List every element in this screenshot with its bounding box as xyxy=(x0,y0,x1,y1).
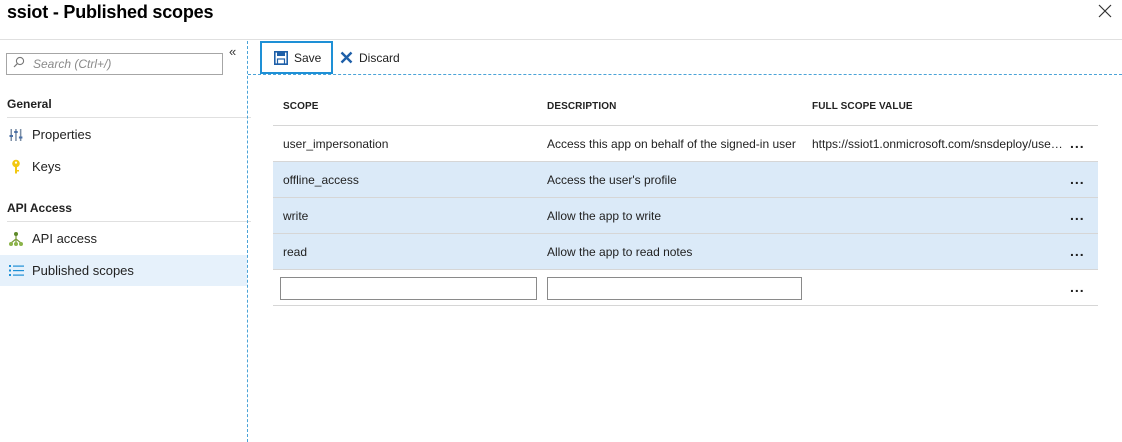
table-row[interactable]: offline_access Access the user's profile… xyxy=(273,162,1098,198)
new-description-input[interactable] xyxy=(547,277,802,300)
blade-header: ssiot - Published scopes xyxy=(0,0,1122,40)
close-icon[interactable] xyxy=(1098,4,1114,20)
key-icon xyxy=(8,159,24,175)
command-bar: Save Discard xyxy=(248,41,1122,75)
sidebar-item-api-access[interactable]: API access xyxy=(0,223,247,254)
sidebar: « General Properties Keys API Access xyxy=(0,41,251,442)
search-input[interactable] xyxy=(33,57,213,71)
sidebar-item-published-scopes[interactable]: Published scopes xyxy=(0,255,247,286)
api-network-icon xyxy=(8,231,24,247)
section-heading-api-access: API Access xyxy=(7,201,72,215)
more-options-button[interactable]: ... xyxy=(1070,207,1090,223)
pane-divider xyxy=(247,41,248,442)
more-options-button[interactable]: ... xyxy=(1070,135,1090,151)
divider xyxy=(7,117,251,118)
full-scope-value-cell: https://ssiot1.onmicrosoft.com/snsdeploy… xyxy=(812,137,1066,151)
description-cell: Allow the app to read notes xyxy=(547,245,693,259)
scopes-table: SCOPE DESCRIPTION FULL SCOPE VALUE user_… xyxy=(273,93,1098,306)
description-cell: Allow the app to write xyxy=(547,209,662,223)
description-cell: Access the user's profile xyxy=(547,173,677,187)
scope-cell: offline_access xyxy=(283,173,359,187)
sidebar-item-label: Properties xyxy=(32,127,92,142)
more-options-button[interactable]: ... xyxy=(1070,171,1090,187)
sidebar-item-keys[interactable]: Keys xyxy=(0,151,247,182)
description-cell: Access this app on behalf of the signed-… xyxy=(547,137,796,151)
discard-button[interactable]: Discard xyxy=(338,41,400,74)
scope-cell: write xyxy=(283,209,309,223)
discard-x-icon xyxy=(340,51,353,64)
save-icon xyxy=(274,50,288,65)
table-row[interactable]: user_impersonation Access this app on be… xyxy=(273,126,1098,162)
save-label: Save xyxy=(294,50,322,65)
sidebar-item-label: Published scopes xyxy=(32,263,134,278)
scope-cell: read xyxy=(283,245,308,259)
column-header-description: DESCRIPTION xyxy=(547,101,617,112)
column-header-scope: SCOPE xyxy=(283,101,319,112)
table-row[interactable]: write Allow the app to write ... xyxy=(273,198,1098,234)
scope-cell: user_impersonation xyxy=(283,137,389,151)
section-heading-general: General xyxy=(7,97,52,111)
discard-label: Discard xyxy=(359,50,400,65)
collapse-sidebar-button[interactable]: « xyxy=(229,45,236,58)
more-options-button[interactable]: ... xyxy=(1070,279,1090,295)
divider xyxy=(7,221,251,222)
sidebar-item-label: API access xyxy=(32,231,98,246)
save-button[interactable]: Save xyxy=(260,41,333,74)
new-scope-row: ... xyxy=(273,270,1098,306)
page-title: ssiot - Published scopes xyxy=(7,2,214,22)
search-icon xyxy=(13,55,25,73)
column-header-full-scope-value: FULL SCOPE VALUE xyxy=(812,101,913,112)
sidebar-item-label: Keys xyxy=(32,159,61,174)
list-icon xyxy=(8,263,24,279)
more-options-button[interactable]: ... xyxy=(1070,243,1090,259)
table-row[interactable]: read Allow the app to read notes ... xyxy=(273,234,1098,270)
new-scope-input[interactable] xyxy=(280,277,537,300)
search-box[interactable] xyxy=(6,53,223,75)
settings-sliders-icon xyxy=(8,127,24,143)
sidebar-item-properties[interactable]: Properties xyxy=(0,119,247,150)
table-header-row: SCOPE DESCRIPTION FULL SCOPE VALUE xyxy=(273,93,1098,126)
